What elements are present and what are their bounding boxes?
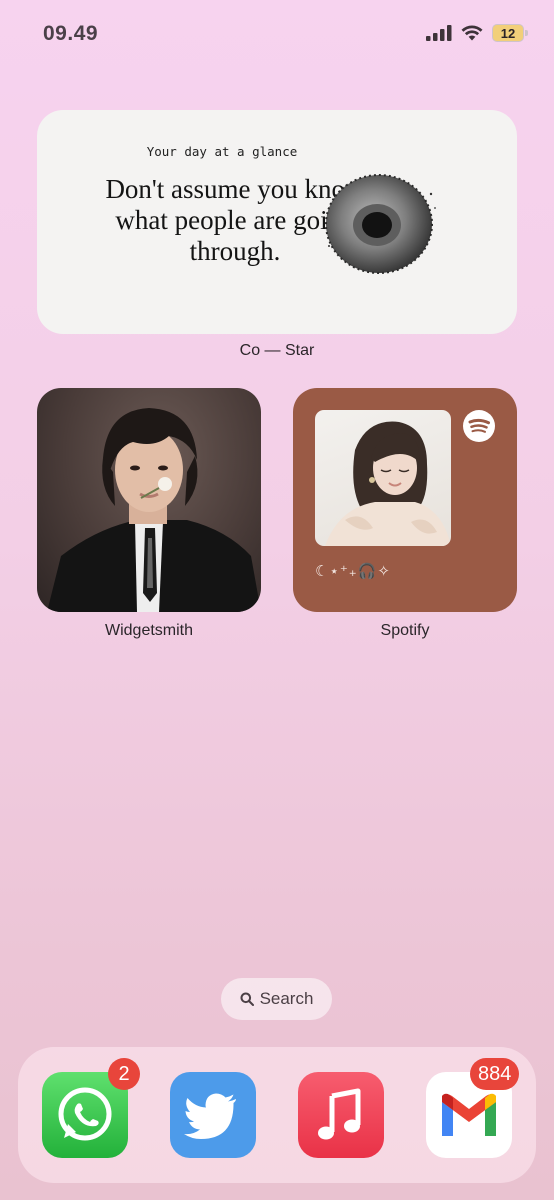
spotify-logo-icon[interactable]: [463, 410, 495, 442]
gmail-badge: 884: [470, 1058, 520, 1090]
whatsapp-app[interactable]: 2: [42, 1058, 140, 1158]
costar-widget[interactable]: Your day at a glance Don't assume you kn…: [37, 110, 517, 334]
cellular-signal-icon: [426, 25, 452, 41]
spotify-caption: ☾⋆⁺₊🎧✧: [315, 563, 391, 580]
whatsapp-badge: 2: [108, 1058, 140, 1090]
dock: 2 884: [18, 1047, 536, 1183]
search-button[interactable]: Search: [221, 978, 332, 1020]
music-app[interactable]: [298, 1072, 384, 1158]
widgetsmith-label: Widgetsmith: [104, 622, 194, 639]
eye-planet-icon: [325, 174, 436, 274]
music-note-icon: [318, 1088, 361, 1140]
twitter-app[interactable]: [170, 1072, 256, 1158]
search-label: Search: [259, 989, 314, 1008]
wifi-icon: [461, 25, 483, 41]
status-time: 09.49: [43, 22, 99, 45]
battery-level: 12: [500, 25, 516, 41]
spotify-label: Spotify: [380, 622, 430, 639]
costar-kicker: Your day at a glance: [146, 144, 298, 159]
spotify-widget[interactable]: ☾⋆⁺₊🎧✧: [293, 388, 517, 612]
portrait-photo: [47, 408, 261, 612]
twitter-bird-icon: [184, 1093, 236, 1139]
gmail-app[interactable]: 884: [426, 1058, 520, 1158]
status-icons: 12: [426, 24, 528, 42]
album-art-photo: [325, 421, 451, 546]
search-icon: [240, 992, 254, 1006]
costar-widget-label: Co — Star: [239, 342, 315, 359]
widgetsmith-widget[interactable]: [37, 388, 261, 612]
battery-icon: 12: [492, 24, 528, 42]
album-art: [315, 410, 451, 546]
